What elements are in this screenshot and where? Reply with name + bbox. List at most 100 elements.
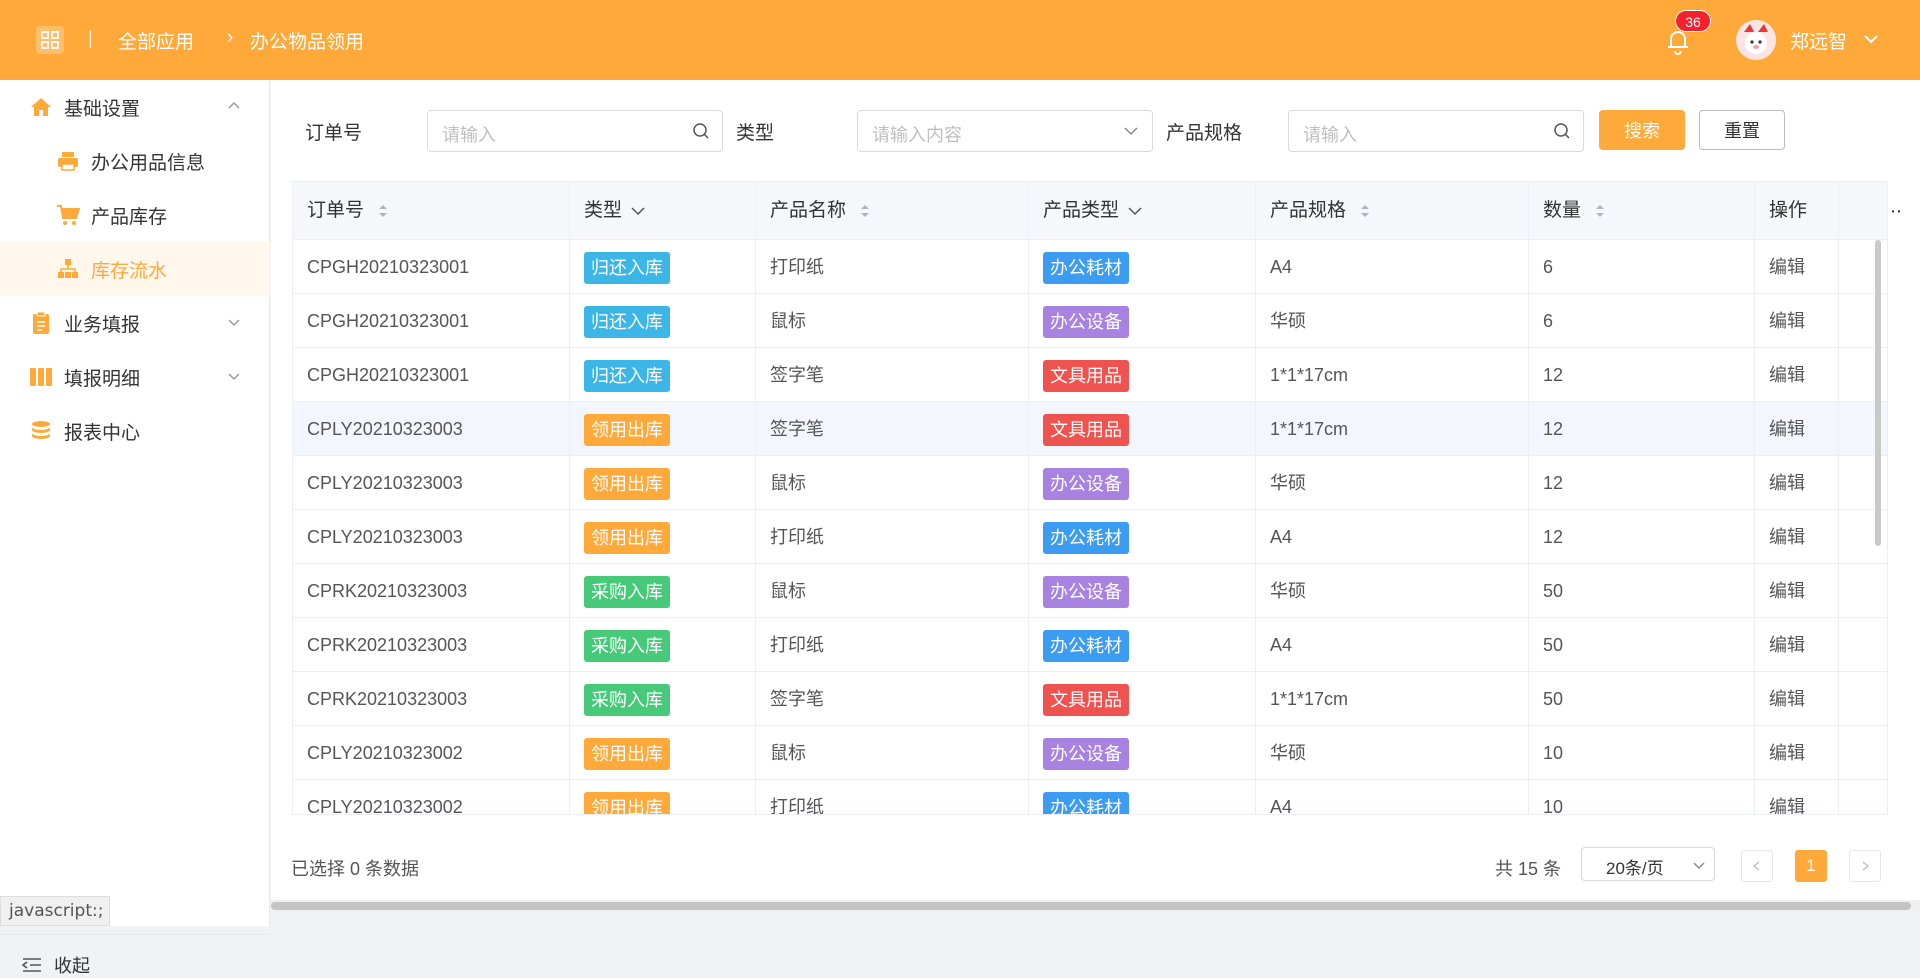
total-count: 共 15 条 — [1495, 859, 1562, 879]
cell-spec: A4 — [1256, 240, 1529, 294]
column-header-spec[interactable]: 产品规格 — [1256, 182, 1529, 240]
prev-page-button[interactable] — [1741, 850, 1773, 882]
status-badge: 采购入库 — [584, 684, 670, 717]
edit-link[interactable]: 编辑 — [1755, 672, 1839, 726]
table-row[interactable]: CPGH20210323001 归还入库 打印纸 办公耗材 A4 6 编辑 — [293, 240, 1887, 294]
page-size-select[interactable]: 20条/页 — [1581, 847, 1715, 881]
chevron-left-icon — [1752, 861, 1760, 871]
sidebar-item-label: 办公用品信息 — [91, 152, 206, 174]
breadcrumb-root[interactable]: 全部应用 — [118, 27, 194, 54]
sidebar-item-stock-flow[interactable]: 库存流水 — [0, 242, 270, 296]
cell-product-type: 办公耗材 — [1029, 240, 1256, 294]
column-header-type[interactable]: 类型 — [570, 182, 756, 240]
page-number-current[interactable]: 1 — [1795, 850, 1827, 882]
columns-icon — [28, 364, 54, 390]
table-row[interactable]: CPLY20210323002 领用出库 鼠标 办公设备 华硕 10 编辑 — [293, 726, 1887, 780]
column-header-label: 类型 — [584, 200, 623, 221]
sort-icon[interactable] — [377, 202, 389, 220]
table-row[interactable]: CPLY20210323003 领用出库 签字笔 文具用品 1*1*17cm 12 编辑 — [293, 402, 1887, 456]
cell-product-name: 打印纸 — [756, 780, 1029, 814]
sort-icon[interactable] — [1359, 202, 1371, 220]
username[interactable]: 郑远智 — [1790, 27, 1847, 54]
search-button[interactable]: 搜索 — [1599, 110, 1685, 150]
scrollbar-thumb[interactable] — [271, 902, 1911, 910]
edit-link[interactable]: 编辑 — [1755, 510, 1839, 564]
table-row[interactable]: CPLY20210323003 领用出库 鼠标 办公设备 华硕 12 编辑 — [293, 456, 1887, 510]
column-header-order[interactable]: 订单号 — [293, 182, 570, 240]
column-header-product-name[interactable]: 产品名称 — [756, 182, 1029, 240]
table-row[interactable]: CPRK20210323003 采购入库 签字笔 文具用品 1*1*17cm 50 编辑 — [293, 672, 1887, 726]
table-row[interactable]: CPGH20210323001 归还入库 鼠标 办公设备 华硕 6 编辑 — [293, 294, 1887, 348]
sidebar-item-label: 库存流水 — [91, 260, 168, 282]
reset-button[interactable]: 重置 — [1699, 110, 1785, 150]
filter-chevron-icon[interactable] — [629, 202, 647, 220]
cell-product-name: 鼠标 — [756, 564, 1029, 618]
spec-label: 产品规格 — [1166, 123, 1243, 144]
collapse-button[interactable]: 收起 — [22, 952, 90, 978]
next-page-button[interactable] — [1849, 850, 1881, 882]
sidebar-item-report-center[interactable]: 报表中心 — [0, 404, 270, 458]
cell-quantity: 12 — [1529, 456, 1755, 510]
apps-grid-icon[interactable] — [36, 26, 64, 54]
search-icon[interactable] — [1553, 122, 1571, 140]
sort-icon[interactable] — [859, 202, 871, 220]
cell-product-type: 办公设备 — [1029, 294, 1256, 348]
table-row[interactable]: CPLY20210323003 领用出库 打印纸 办公耗材 A4 12 编辑 — [293, 510, 1887, 564]
order-placeholder: 请输入 — [442, 125, 496, 145]
edit-link[interactable]: 编辑 — [1755, 456, 1839, 510]
chevron-down-icon — [1693, 862, 1705, 869]
edit-link[interactable]: 编辑 — [1755, 348, 1839, 402]
cell-product-type: 办公设备 — [1029, 456, 1256, 510]
edit-link[interactable]: 编辑 — [1755, 564, 1839, 618]
edit-link[interactable]: 编辑 — [1755, 240, 1839, 294]
cell-quantity: 50 — [1529, 564, 1755, 618]
table-row[interactable]: CPRK20210323003 采购入库 打印纸 办公耗材 A4 50 编辑 — [293, 618, 1887, 672]
cell-order-number: CPGH20210323001 — [293, 240, 570, 294]
table-row[interactable]: CPGH20210323001 归还入库 签字笔 文具用品 1*1*17cm 12 编辑 — [293, 348, 1887, 402]
edit-link[interactable]: 编辑 — [1755, 618, 1839, 672]
avatar[interactable] — [1736, 20, 1776, 60]
sidebar-item-office-supplies[interactable]: 办公用品信息 — [0, 134, 270, 188]
cell-order-number: CPRK20210323003 — [293, 618, 570, 672]
edit-link[interactable]: 编辑 — [1755, 780, 1839, 814]
cell-type: 采购入库 — [570, 672, 756, 726]
chevron-right-icon — [1862, 861, 1870, 871]
cell-order-number: CPRK20210323003 — [293, 672, 570, 726]
column-header-quantity[interactable]: 数量 — [1529, 182, 1755, 240]
search-icon[interactable] — [692, 122, 710, 140]
type-label: 类型 — [736, 123, 775, 144]
sort-icon[interactable] — [1594, 202, 1606, 220]
cell-order-number: CPGH20210323001 — [293, 294, 570, 348]
chevron-down-icon — [228, 319, 240, 327]
cell-quantity: 50 — [1529, 618, 1755, 672]
status-badge: 办公设备 — [1043, 306, 1129, 339]
order-input[interactable]: 请输入 — [427, 110, 723, 152]
page-size-value: 20条/页 — [1606, 859, 1664, 878]
spec-input[interactable]: 请输入 — [1288, 110, 1584, 152]
status-badge: 办公设备 — [1043, 468, 1129, 501]
cell-order-number: CPGH20210323001 — [293, 348, 570, 402]
status-badge: 文具用品 — [1043, 360, 1129, 393]
table-row[interactable]: CPRK20210323003 采购入库 鼠标 办公设备 华硕 50 编辑 — [293, 564, 1887, 618]
vertical-scrollbar[interactable] — [1875, 240, 1881, 546]
cell-quantity: 50 — [1529, 672, 1755, 726]
collapse-icon — [22, 958, 41, 972]
edit-link[interactable]: 编辑 — [1755, 726, 1839, 780]
cell-order-number: CPRK20210323003 — [293, 564, 570, 618]
column-header-actions: 操作 — [1755, 182, 1839, 240]
table-row[interactable]: CPLY20210323002 领用出库 打印纸 办公耗材 A4 10 编辑 — [293, 780, 1887, 814]
type-select[interactable]: 请输入内容 — [857, 110, 1153, 152]
column-header-product-type[interactable]: 产品类型 — [1029, 182, 1256, 240]
sidebar-item-basic-settings[interactable]: 基础设置 — [0, 80, 270, 134]
sidebar-item-inventory[interactable]: 产品库存 — [0, 188, 270, 242]
horizontal-scrollbar[interactable] — [271, 900, 1920, 912]
filter-chevron-icon[interactable] — [1126, 202, 1144, 220]
chevron-down-icon[interactable] — [1862, 30, 1880, 48]
cell-spec: 华硕 — [1256, 456, 1529, 510]
sidebar-item-business-report[interactable]: 业务填报 — [0, 296, 270, 350]
cell-type: 归还入库 — [570, 294, 756, 348]
edit-link[interactable]: 编辑 — [1755, 294, 1839, 348]
cell-product-type: 文具用品 — [1029, 348, 1256, 402]
sidebar-item-report-details[interactable]: 填报明细 — [0, 350, 270, 404]
edit-link[interactable]: 编辑 — [1755, 402, 1839, 456]
